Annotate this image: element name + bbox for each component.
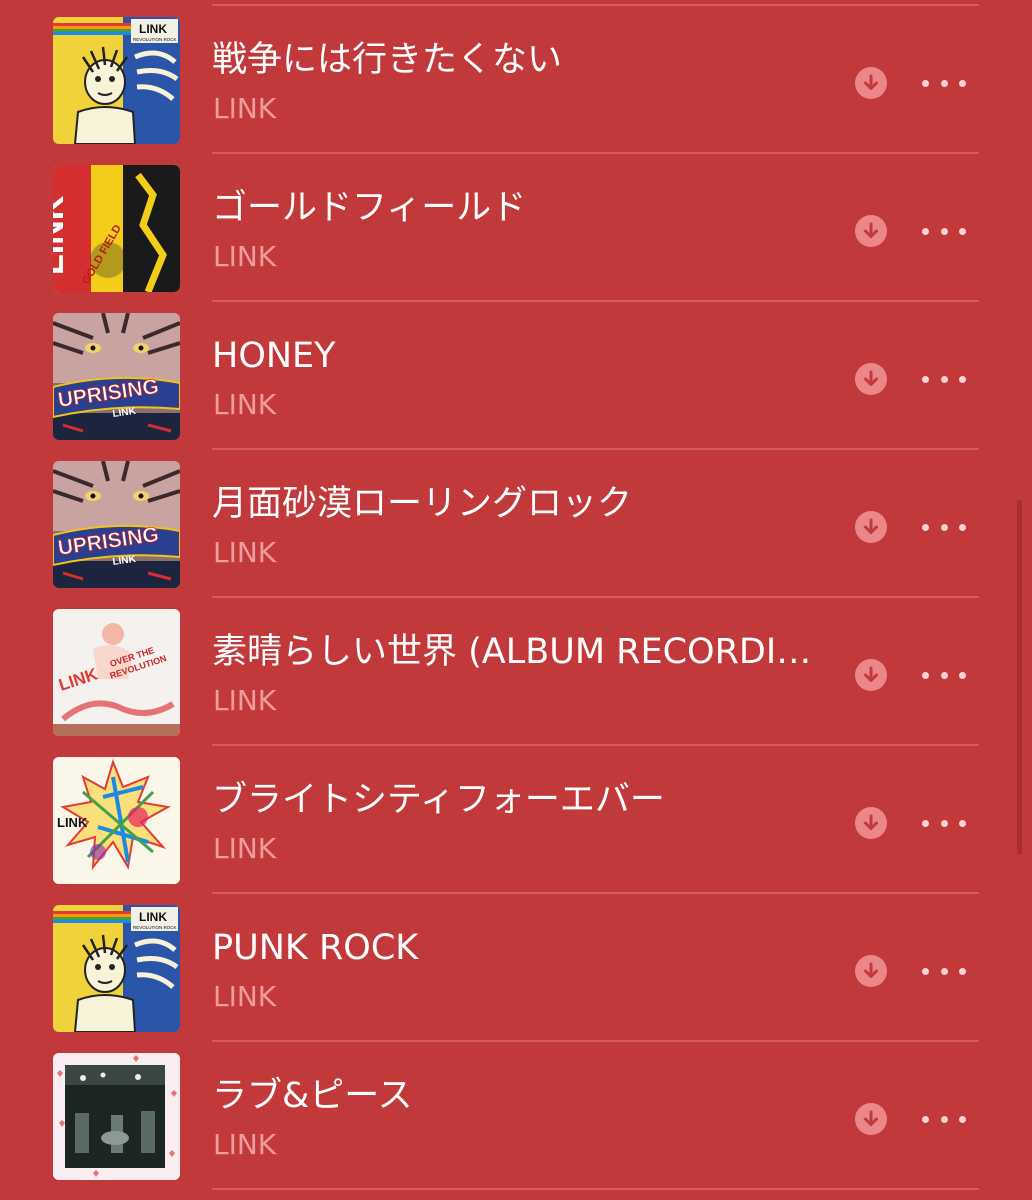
album-art-love-and-peace	[53, 1053, 180, 1180]
art-band-text: LINK	[57, 815, 88, 830]
more-icon-dot	[940, 523, 948, 531]
more-options-button[interactable]	[922, 70, 966, 96]
more-icon-dot	[959, 671, 966, 679]
song-row-5[interactable]: LINK OVER THE REVOLUTION 素晴らしい世界 (ALBUM …	[0, 598, 1032, 746]
album-art	[53, 1053, 180, 1180]
more-options-button[interactable]	[922, 810, 966, 836]
more-icon-dot	[940, 671, 948, 679]
song-artist: LINK	[213, 980, 277, 1013]
more-icon-dot	[959, 523, 966, 531]
art-band-text: LINK	[139, 22, 167, 36]
download-icon	[864, 666, 878, 682]
album-art-over-the-revolution: LINK OVER THE REVOLUTION	[53, 609, 180, 736]
song-title: HONEY	[212, 336, 336, 376]
download-button[interactable]	[855, 215, 887, 247]
song-row-6[interactable]: LINK ブライトシティフォーエバー LINK	[0, 746, 1032, 894]
more-icon-dot	[940, 79, 948, 87]
album-art: LINK REVOLUTION ROCK	[53, 17, 180, 144]
song-title: 戦争には行きたくない	[212, 40, 563, 80]
more-icon-dot	[959, 227, 966, 235]
song-artist: LINK	[213, 832, 277, 865]
download-icon	[864, 962, 878, 978]
art-album-text: REVOLUTION ROCK	[133, 925, 177, 930]
more-options-button[interactable]	[922, 1106, 966, 1132]
download-button[interactable]	[855, 659, 887, 691]
download-icon	[864, 518, 878, 534]
download-icon	[864, 222, 878, 238]
more-icon-dot	[959, 375, 966, 383]
more-options-button[interactable]	[922, 514, 966, 540]
more-icon-dot	[922, 1115, 929, 1123]
more-icon-dot	[959, 967, 966, 975]
album-art-uprising: UPRISING LINK	[53, 461, 180, 588]
album-art-gold-field: LINK GOLD FIELD	[53, 165, 180, 292]
song-title: 素晴らしい世界 (ALBUM RECORDING)	[212, 632, 812, 672]
more-icon-dot	[922, 227, 929, 235]
album-art-revolution-rock: LINK REVOLUTION ROCK	[53, 905, 180, 1032]
download-icon	[864, 74, 878, 90]
album-art-bright-city: LINK	[53, 757, 180, 884]
more-icon-dot	[940, 375, 948, 383]
download-button[interactable]	[855, 807, 887, 839]
more-icon-dot	[959, 819, 966, 827]
more-icon-dot	[940, 819, 948, 827]
download-button[interactable]	[855, 363, 887, 395]
album-art-revolution-rock: LINK REVOLUTION ROCK	[53, 17, 180, 144]
album-art: LINK GOLD FIELD	[53, 165, 180, 292]
more-icon-dot	[922, 79, 929, 87]
download-button[interactable]	[855, 955, 887, 987]
album-art: UPRISING LINK	[53, 461, 180, 588]
download-button[interactable]	[855, 1103, 887, 1135]
song-row-1[interactable]: LINK REVOLUTION ROCK 戦争には行きたくない LINK	[0, 6, 1032, 154]
song-title: ブライトシティフォーエバー	[212, 780, 665, 820]
album-art: LINK	[53, 757, 180, 884]
song-row-8[interactable]: ラブ&ピース LINK	[0, 1042, 1032, 1190]
more-icon-dot	[922, 523, 929, 531]
album-art: LINK REVOLUTION ROCK	[53, 905, 180, 1032]
art-band-text: LINK	[139, 910, 167, 924]
art-album-text: REVOLUTION ROCK	[133, 37, 177, 42]
more-options-button[interactable]	[922, 958, 966, 984]
song-title: ラブ&ピース	[212, 1076, 413, 1116]
download-icon	[864, 1110, 878, 1126]
more-icon-dot	[922, 671, 929, 679]
song-row-7[interactable]: LINK REVOLUTION ROCK PUNK ROCK LINK	[0, 894, 1032, 1042]
song-artist: LINK	[213, 1128, 277, 1161]
more-options-button[interactable]	[922, 218, 966, 244]
more-icon-dot	[940, 967, 948, 975]
song-artist: LINK	[213, 536, 277, 569]
song-row-3[interactable]: UPRISING LINK HONEY LINK	[0, 302, 1032, 450]
scrollbar[interactable]	[1017, 500, 1022, 855]
more-options-button[interactable]	[922, 662, 966, 688]
download-button[interactable]	[855, 511, 887, 543]
download-icon	[864, 370, 878, 386]
song-row-2[interactable]: LINK GOLD FIELD ゴールドフィールド LINK	[0, 154, 1032, 302]
song-artist: LINK	[213, 92, 277, 125]
more-icon-dot	[959, 1115, 966, 1123]
download-button[interactable]	[855, 67, 887, 99]
song-title: ゴールドフィールド	[212, 188, 527, 228]
album-art: LINK OVER THE REVOLUTION	[53, 609, 180, 736]
more-icon-dot	[922, 375, 929, 383]
more-options-button[interactable]	[922, 366, 966, 392]
more-icon-dot	[940, 1115, 948, 1123]
song-row-4[interactable]: UPRISING LINK 月面砂漠ローリングロック LINK	[0, 450, 1032, 598]
song-artist: LINK	[213, 240, 277, 273]
more-icon-dot	[959, 79, 966, 87]
more-icon-dot	[940, 227, 948, 235]
more-icon-dot	[922, 819, 929, 827]
album-art: UPRISING LINK	[53, 313, 180, 440]
row-divider	[212, 1188, 979, 1190]
song-title: PUNK ROCK	[212, 928, 419, 968]
song-title: 月面砂漠ローリングロック	[212, 484, 633, 524]
download-icon	[864, 814, 878, 830]
song-artist: LINK	[213, 684, 277, 717]
song-artist: LINK	[213, 388, 277, 421]
more-icon-dot	[922, 967, 929, 975]
song-list: LINK REVOLUTION ROCK 戦争には行きたくない LINK LIN…	[0, 6, 1032, 1190]
art-band-text: LINK	[53, 195, 71, 275]
album-art-uprising: UPRISING LINK	[53, 313, 180, 440]
